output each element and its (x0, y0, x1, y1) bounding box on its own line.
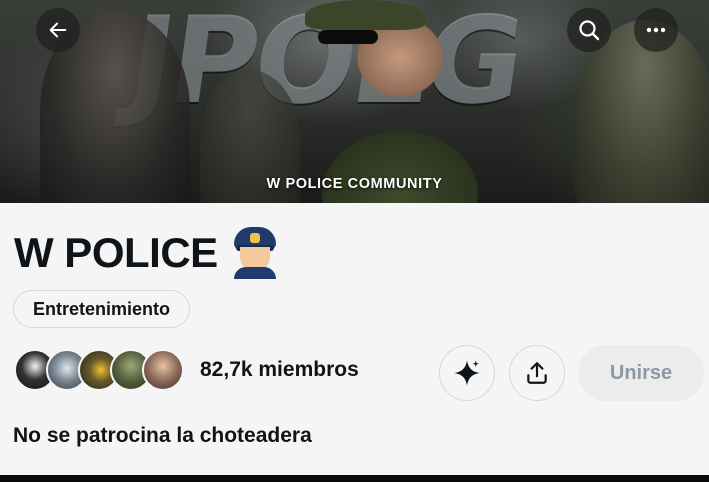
share-button[interactable] (509, 345, 565, 401)
category-chip[interactable]: Entretenimiento (13, 290, 191, 328)
community-name: W POLICE (14, 229, 218, 276)
member-count: 82,7k miembros (200, 358, 359, 381)
avatar (142, 349, 184, 391)
more-horizontal-icon (646, 27, 666, 33)
police-officer-emoji-icon (232, 227, 278, 279)
arrow-left-icon (49, 22, 67, 38)
banner-title: W POLICE COMMUNITY (266, 176, 443, 192)
bottom-edge (0, 475, 709, 482)
grok-button[interactable] (439, 345, 495, 401)
member-avatars (14, 349, 184, 391)
sparkle-icon (454, 360, 480, 386)
banner-cap (305, 0, 425, 30)
back-button[interactable] (36, 8, 80, 52)
more-options-button[interactable] (634, 8, 678, 52)
share-icon (527, 362, 547, 384)
search-icon (579, 20, 600, 41)
community-description: No se patrocina la choteadera (13, 424, 312, 447)
community-header: W POLICE (14, 227, 278, 279)
join-button[interactable]: Unirse (578, 345, 704, 401)
community-banner: JPOLG W POLICE COMMUNITY (0, 0, 709, 203)
members-row[interactable]: 82,7k miembros (14, 349, 359, 391)
banner-sunglasses (318, 30, 378, 44)
search-button[interactable] (567, 8, 611, 52)
community-info: W POLICE Entretenimiento 82,7k miembros … (0, 203, 709, 475)
